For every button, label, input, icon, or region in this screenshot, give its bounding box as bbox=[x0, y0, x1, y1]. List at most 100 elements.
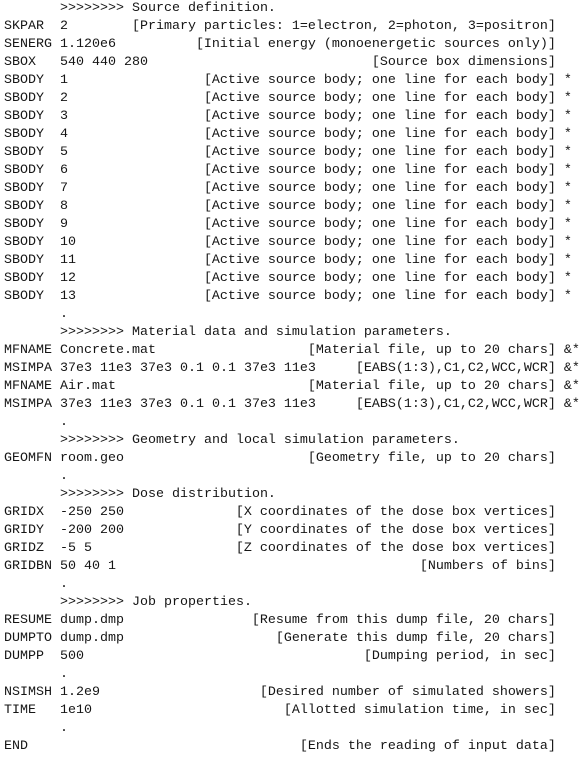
line-suffix: * bbox=[555, 109, 572, 124]
section-text: >>>>>>>> Source definition. bbox=[59, 1, 276, 16]
keyword-line: SBODY 3 [Active source body; one line for … bbox=[4, 108, 584, 126]
keyword-line: GEOMFN room.geo [Geometry file, up to 20 c… bbox=[4, 450, 584, 468]
keyword-line: MFNAME Air.mat [Material file, up to 20 ch… bbox=[4, 378, 584, 396]
keyword-line: SBODY 9 [Active source body; one line for … bbox=[4, 216, 584, 234]
line-suffix: * bbox=[555, 217, 572, 232]
keyword-line: SBODY 5 [Active source body; one line for … bbox=[4, 144, 584, 162]
keyword-comment: [EABS(1:3),C1,C2,WCC,WCR] bbox=[355, 397, 556, 412]
keyword-line: SBODY 10 [Active source body; one line for… bbox=[4, 234, 584, 252]
keyword-line: SBODY 12 [Active source body; one line for… bbox=[4, 270, 584, 288]
section-header: >>>>>>>> Job properties. bbox=[4, 594, 584, 612]
keyword-line: RESUME dump.dmp [Resume from this dump fil… bbox=[4, 612, 584, 630]
keyword-comment: [Z coordinates of the dose box vertices] bbox=[235, 541, 556, 556]
keyword-comment: [Active source body; one line for each b… bbox=[203, 145, 556, 160]
section-separator: . bbox=[4, 720, 584, 738]
keyword-comment: [Material file, up to 20 chars] bbox=[307, 343, 556, 358]
section-text: . bbox=[59, 469, 68, 484]
keyword-line: NSIMSH 1.2e9 [Desired number of simulated … bbox=[4, 684, 584, 702]
keyword-line: END [Ends the reading of input data] bbox=[4, 738, 584, 756]
keyword-comment: [Material file, up to 20 chars] bbox=[307, 379, 556, 394]
keyword-line: MFNAME Concrete.mat [Material file, up to … bbox=[4, 342, 584, 360]
line-suffix: * bbox=[555, 181, 572, 196]
keyword-comment: [Active source body; one line for each b… bbox=[203, 271, 556, 286]
keyword-comment: [Active source body; one line for each b… bbox=[203, 199, 556, 214]
section-separator: . bbox=[4, 306, 584, 324]
keyword-line: SBODY 4 [Active source body; one line for … bbox=[4, 126, 584, 144]
keyword-line: DUMPTO dump.dmp [Generate this dump file, … bbox=[4, 630, 584, 648]
section-text: . bbox=[59, 577, 68, 592]
line-suffix: &* bbox=[555, 343, 580, 358]
section-separator: . bbox=[4, 414, 584, 432]
keyword-line: MSIMPA 37e3 11e3 37e3 0.1 0.1 37e3 11e3 [E… bbox=[4, 360, 584, 378]
keyword-line: SBODY 7 [Active source body; one line for … bbox=[4, 180, 584, 198]
keyword-comment: [Active source body; one line for each b… bbox=[203, 109, 556, 124]
keyword-line: TIME 1e10 [Allotted simulation time, in se… bbox=[4, 702, 584, 720]
section-header: >>>>>>>> Source definition. bbox=[4, 0, 584, 18]
keyword-comment: [Geometry file, up to 20 chars] bbox=[307, 451, 556, 466]
keyword-line: GRIDY -200 200 [Y coordinates of the dose … bbox=[4, 522, 584, 540]
section-text: >>>>>>>> Material data and simulation pa… bbox=[59, 325, 452, 340]
keyword-comment: [Primary particles: 1=electron, 2=photon… bbox=[131, 19, 556, 34]
keyword-comment: [Desired number of simulated showers] bbox=[259, 685, 556, 700]
keyword-line: SKPAR 2 [Primary particles: 1=electron, 2=… bbox=[4, 18, 584, 36]
line-suffix: * bbox=[555, 253, 572, 268]
keyword-line: MSIMPA 37e3 11e3 37e3 0.1 0.1 37e3 11e3 [E… bbox=[4, 396, 584, 414]
keyword-comment: [Numbers of bins] bbox=[419, 559, 556, 574]
keyword-comment: [Active source body; one line for each b… bbox=[203, 235, 556, 250]
section-text: . bbox=[59, 307, 68, 322]
line-suffix: * bbox=[555, 145, 572, 160]
line-suffix: &* bbox=[555, 361, 580, 376]
input-file-document: >>>>>>>> Source definition. SKPAR 2 [Primar… bbox=[0, 0, 584, 756]
keyword-comment: [Source box dimensions] bbox=[371, 55, 556, 70]
keyword-comment: [Dumping period, in sec] bbox=[363, 649, 556, 664]
keyword-line: SBOX 540 440 280 [Source box dimensions] bbox=[4, 54, 584, 72]
line-suffix: &* bbox=[555, 379, 580, 394]
line-suffix: * bbox=[555, 271, 572, 286]
line-suffix: &* bbox=[555, 397, 580, 412]
keyword-comment: [Active source body; one line for each b… bbox=[203, 91, 556, 106]
keyword-line: SBODY 8 [Active source body; one line for … bbox=[4, 198, 584, 216]
line-suffix: * bbox=[555, 235, 572, 250]
keyword-comment: [Active source body; one line for each b… bbox=[203, 181, 556, 196]
keyword-line: GRIDX -250 250 [X coordinates of the dose … bbox=[4, 504, 584, 522]
section-header: >>>>>>>> Geometry and local simulation p… bbox=[4, 432, 584, 450]
section-separator: . bbox=[4, 666, 584, 684]
keyword-line: GRIDBN 50 40 1 [Numbers of bins] bbox=[4, 558, 584, 576]
line-suffix: * bbox=[555, 199, 572, 214]
keyword-comment: [Active source body; one line for each b… bbox=[203, 253, 556, 268]
section-text: >>>>>>>> Dose distribution. bbox=[59, 487, 276, 502]
section-text: >>>>>>>> Job properties. bbox=[59, 595, 252, 610]
keyword-comment: [Active source body; one line for each b… bbox=[203, 73, 556, 88]
line-suffix: * bbox=[555, 91, 572, 106]
line-suffix: * bbox=[555, 73, 572, 88]
section-text: >>>>>>>> Geometry and local simulation p… bbox=[59, 433, 460, 448]
section-separator: . bbox=[4, 468, 584, 486]
line-suffix: * bbox=[555, 163, 572, 178]
keyword-comment: [Active source body; one line for each b… bbox=[203, 127, 556, 142]
keyword-comment: [Active source body; one line for each b… bbox=[203, 289, 556, 304]
section-header: >>>>>>>> Material data and simulation pa… bbox=[4, 324, 584, 342]
section-header: >>>>>>>> Dose distribution. bbox=[4, 486, 584, 504]
keyword-line: SBODY 2 [Active source body; one line for … bbox=[4, 90, 584, 108]
section-text: . bbox=[59, 415, 68, 430]
keyword-line: DUMPP 500 [Dumping period, in sec] bbox=[4, 648, 584, 666]
keyword-comment: [Allotted simulation time, in sec] bbox=[283, 703, 556, 718]
keyword-comment: [X coordinates of the dose box vertices] bbox=[235, 505, 556, 520]
keyword-line: SBODY 11 [Active source body; one line for… bbox=[4, 252, 584, 270]
keyword-line: SBODY 13 [Active source body; one line for… bbox=[4, 288, 584, 306]
keyword-comment: [Resume from this dump file, 20 chars] bbox=[251, 613, 556, 628]
section-separator: . bbox=[4, 576, 584, 594]
section-text: . bbox=[59, 721, 68, 736]
keyword-comment: [Y coordinates of the dose box vertices] bbox=[235, 523, 556, 538]
keyword-comment: [EABS(1:3),C1,C2,WCC,WCR] bbox=[355, 361, 556, 376]
keyword-line: SBODY 1 [Active source body; one line for … bbox=[4, 72, 584, 90]
keyword-line: GRIDZ -5 5 [Z coordinates of the dose box … bbox=[4, 540, 584, 558]
keyword-comment: [Initial energy (monoenergetic sources o… bbox=[195, 37, 556, 52]
keyword-comment: [Active source body; one line for each b… bbox=[203, 163, 556, 178]
keyword-comment: [Ends the reading of input data] bbox=[299, 739, 556, 754]
line-suffix: * bbox=[555, 127, 572, 142]
section-text: . bbox=[59, 667, 68, 682]
keyword-line: SBODY 6 [Active source body; one line for … bbox=[4, 162, 584, 180]
keyword-line: SENERG 1.120e6 [Initial energy (monoenerge… bbox=[4, 36, 584, 54]
keyword-comment: [Generate this dump file, 20 chars] bbox=[275, 631, 556, 646]
